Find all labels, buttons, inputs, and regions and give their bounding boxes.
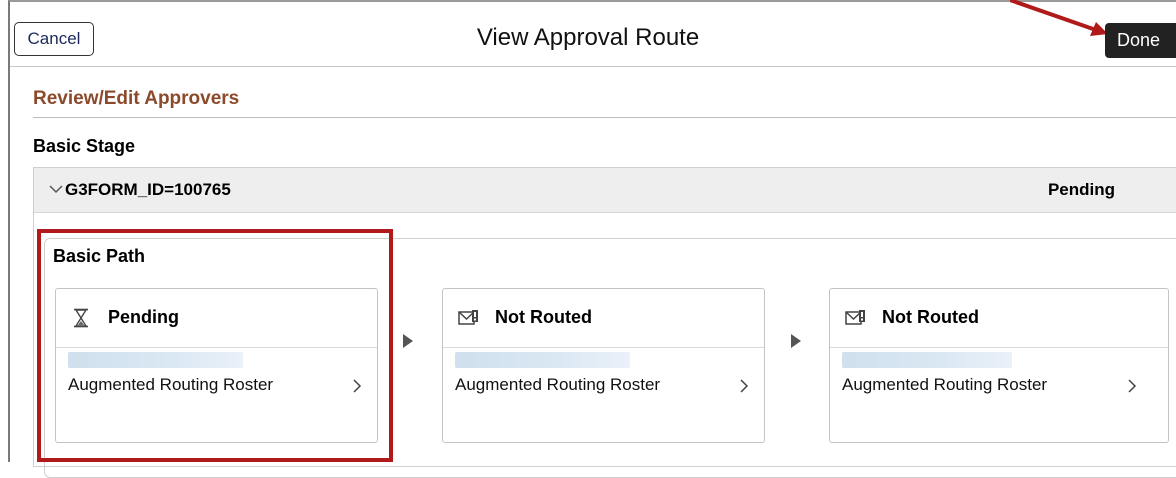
- group-status: Pending: [1047, 180, 1115, 199]
- step-card-header: Not Routed: [830, 289, 1168, 348]
- step-roster-label: Augmented Routing Roster: [842, 375, 1048, 394]
- stage-title: Basic Stage: [33, 136, 136, 156]
- step-status: Pending: [108, 307, 179, 327]
- redacted-approver-name: [68, 352, 243, 368]
- done-button[interactable]: Done: [1105, 23, 1176, 58]
- redacted-approver-name: [455, 352, 630, 368]
- path-title: Basic Path: [53, 246, 146, 266]
- page-title: View Approval Route: [476, 24, 700, 51]
- section-divider: [33, 117, 1176, 118]
- header-divider: [10, 66, 1176, 67]
- step-separator-arrow: [403, 334, 413, 348]
- step-status: Not Routed: [495, 307, 592, 327]
- section-title: Review/Edit Approvers: [33, 88, 240, 109]
- annotation-arrow: [1010, 0, 1108, 36]
- hourglass-icon: [74, 308, 88, 328]
- chevron-down-icon[interactable]: [48, 181, 64, 197]
- not-routed-icon: [458, 310, 478, 325]
- step-card-header: Pending: [56, 289, 377, 348]
- group-id-label: G3FORM_ID=100765: [65, 180, 231, 199]
- chevron-right-icon[interactable]: [351, 377, 363, 395]
- step-roster-label: Augmented Routing Roster: [68, 375, 274, 394]
- chevron-right-icon[interactable]: [1126, 377, 1138, 395]
- step-card-1[interactable]: Pending Augmented Routing Roster: [55, 288, 378, 443]
- redacted-approver-name: [842, 352, 1012, 368]
- chevron-right-icon[interactable]: [738, 377, 750, 395]
- step-roster-label: Augmented Routing Roster: [455, 375, 661, 394]
- not-routed-icon: [845, 310, 865, 325]
- step-card-3[interactable]: Not Routed Augmented Routing Roster: [829, 288, 1169, 443]
- step-separator-arrow: [791, 334, 801, 348]
- step-status: Not Routed: [882, 307, 979, 327]
- step-card-2[interactable]: Not Routed Augmented Routing Roster: [442, 288, 765, 443]
- group-header[interactable]: G3FORM_ID=100765 Pending: [34, 168, 1176, 213]
- step-card-header: Not Routed: [443, 289, 764, 348]
